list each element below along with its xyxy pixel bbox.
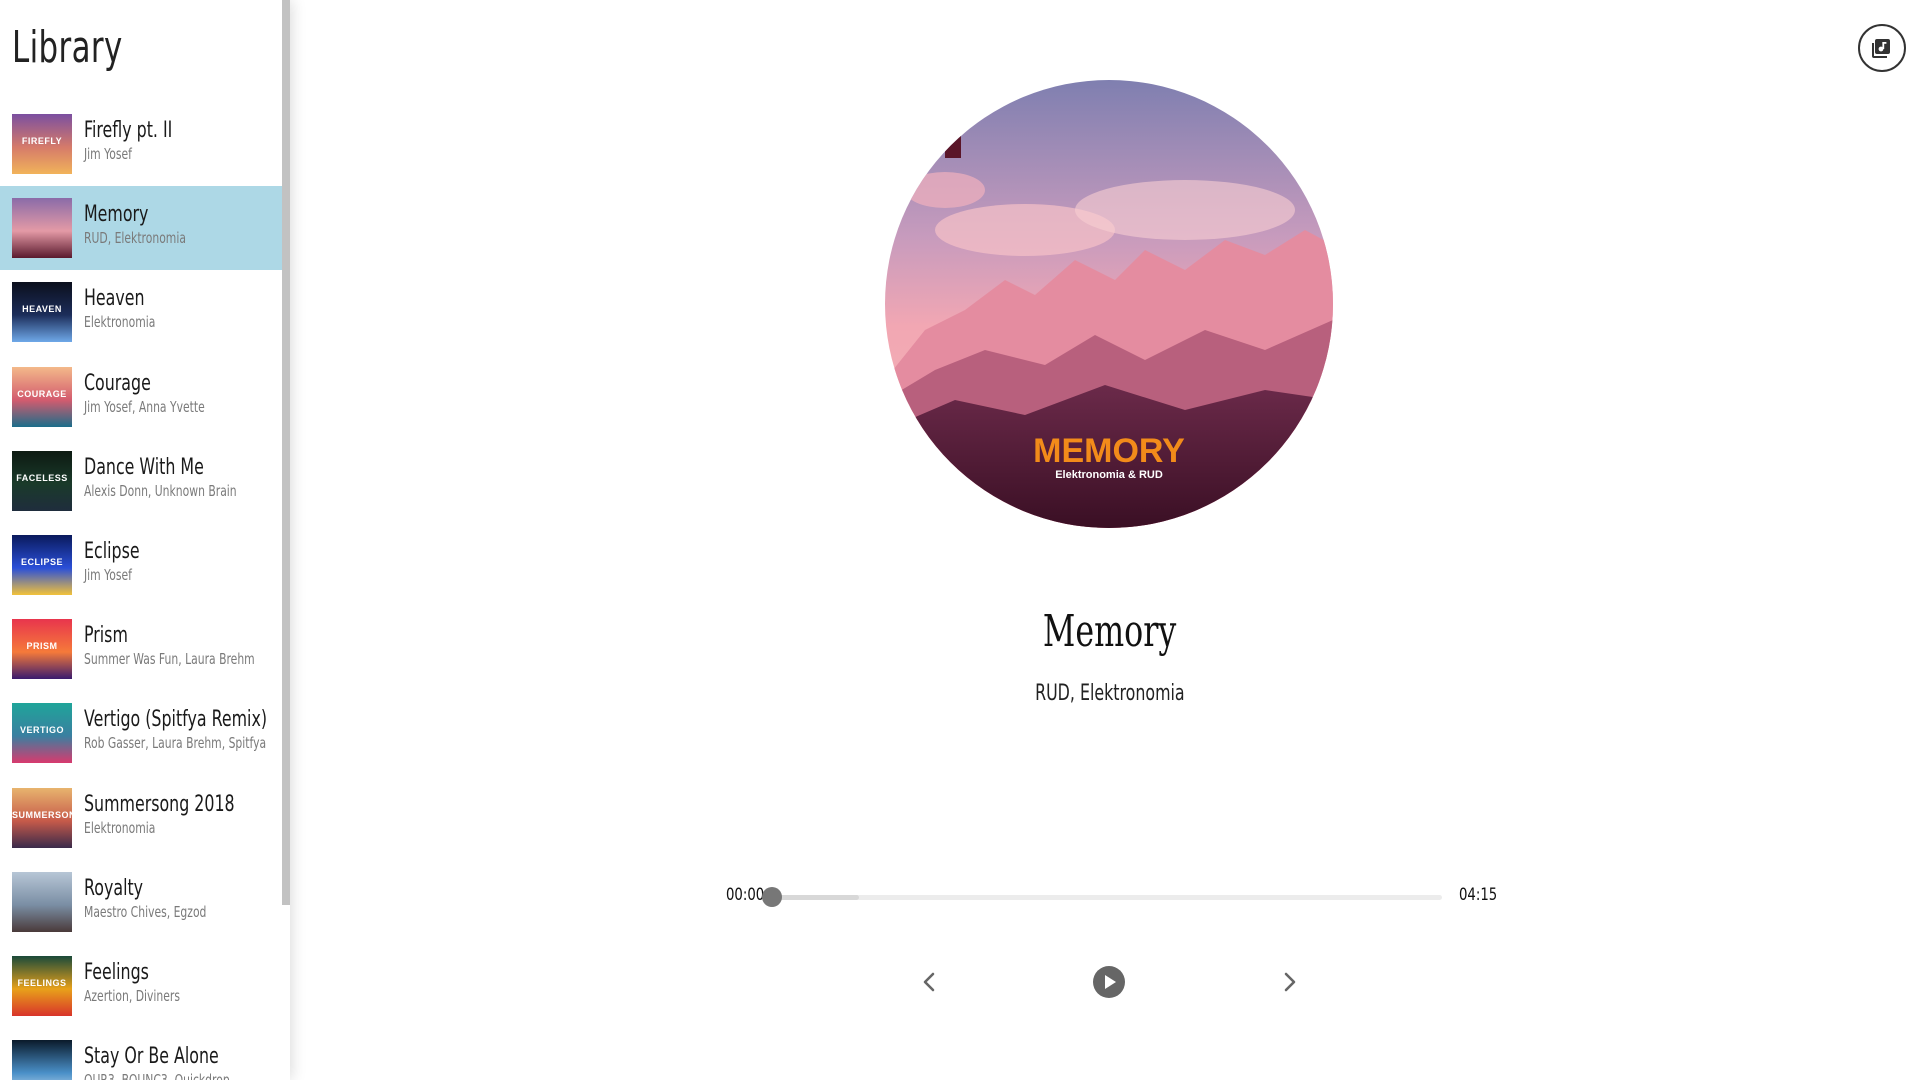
- song-cover-thumbnail: [12, 198, 72, 259]
- song-cover-text: VERTIGO: [19, 725, 64, 736]
- song-cover-text: ECLIPSE: [20, 556, 63, 567]
- song-list: FIREFLY Firefly pt. II Jim Yosef Memory RUD,…: [0, 102, 282, 1080]
- song-cover-text: SUMMERSONG: [12, 809, 72, 820]
- song-artist: Alexis Donn, Unknown Brain: [84, 481, 237, 500]
- song-artist: RUD, Elektronomia: [84, 229, 186, 248]
- song-cover-thumbnail: ECLIPSE: [12, 534, 72, 595]
- song-item[interactable]: VERTIGO Vertigo (Spitfya Remix) Rob Gasser…: [0, 691, 282, 775]
- song-cover-thumbnail: FEELINGS: [12, 955, 72, 1016]
- song-artist: Elektronomia: [84, 313, 156, 332]
- next-button[interactable]: [1269, 962, 1309, 1002]
- song-item[interactable]: FACELESS Dance With Me Alexis Donn, Unknow…: [0, 439, 282, 523]
- song-artist: Summer Was Fun, Laura Brehm: [84, 650, 255, 669]
- song-cover-text: HEAVEN: [22, 304, 62, 315]
- song-cover-thumbnail: HEAVEN: [12, 282, 72, 343]
- total-time: 04:15: [1459, 885, 1498, 905]
- play-circle-icon: [1093, 966, 1125, 998]
- song-title: Firefly pt. II: [84, 118, 173, 143]
- cover-title-text: MEMORY: [1033, 432, 1185, 470]
- song-title: Vertigo (Spitfya Remix): [84, 707, 268, 733]
- song-cover-text: FACELESS: [16, 472, 68, 483]
- song-item[interactable]: PRISM Prism Summer Was Fun, Laura Brehm: [0, 607, 282, 691]
- song-title: Stay Or Be Alone: [84, 1044, 219, 1070]
- song-title: Eclipse: [84, 538, 140, 564]
- song-artist: Azertion, Diviners: [84, 986, 180, 1005]
- song-title: Dance With Me: [84, 454, 204, 480]
- progress-thumb[interactable]: [762, 887, 782, 907]
- song-artist: Rob Gasser, Laura Brehm, Spitfya: [84, 734, 267, 753]
- song-cover-thumbnail: FACELESS: [12, 450, 72, 511]
- song-cover-thumbnail: [12, 871, 72, 932]
- song-artist: Maestro Chives, Egzod: [84, 902, 207, 921]
- music-library-icon: [1872, 39, 1890, 58]
- song-cover-text: FEELINGS: [17, 977, 67, 988]
- track-title: Memory: [1043, 606, 1177, 657]
- buffered-fill: [772, 895, 860, 900]
- song-item[interactable]: SUMMERSONG Summersong 2018Elektronomia: [0, 776, 282, 860]
- previous-button[interactable]: [910, 962, 950, 1002]
- album-cover: MEMORY Elektronomia & RUD: [885, 80, 1333, 528]
- chevron-left-icon: [923, 972, 935, 992]
- chevron-right-icon: [1284, 972, 1296, 992]
- song-item[interactable]: HEAVEN Heaven Elektronomia: [0, 270, 282, 354]
- song-cover-thumbnail: VERTIGO: [12, 703, 72, 764]
- library-sidebar: Library FIREFLY Firefly pt. II Jim Yosef Me…: [0, 0, 290, 1080]
- song-title: Summersong 2018: [84, 791, 235, 817]
- song-artist: Jim Yosef, Anna Yvette: [84, 397, 205, 416]
- song-item[interactable]: COURAGE Courage Jim Yosef, Anna Yvette: [0, 355, 282, 439]
- song-item[interactable]: Stay Or Be AloneOUR3, BOUNC3, Quickdrop: [0, 1028, 282, 1080]
- song-item[interactable]: FIREFLY Firefly pt. II Jim Yosef: [0, 102, 282, 186]
- song-item[interactable]: ECLIPSE Eclipse Jim Yosef: [0, 523, 282, 607]
- cover-subtitle-text: Elektronomia & RUD: [1055, 469, 1163, 481]
- song-cover-thumbnail: FIREFLY: [12, 114, 72, 174]
- song-artist: Elektronomia: [84, 818, 156, 837]
- song-title: Memory: [84, 202, 149, 228]
- song-cover-thumbnail: PRISM: [12, 619, 72, 680]
- song-title: Royalty: [84, 875, 144, 901]
- song-item[interactable]: FEELINGS Feelings Azertion, Diviners: [0, 944, 282, 1028]
- song-artist: Jim Yosef: [84, 145, 132, 163]
- track-artist: RUD, Elektronomia: [1035, 681, 1185, 706]
- song-title: Courage: [84, 370, 151, 396]
- song-cover-text: COURAGE: [17, 388, 67, 399]
- progress-bar[interactable]: [762, 887, 1442, 907]
- sidebar-scrollbar[interactable]: [282, 0, 290, 905]
- song-cover-text: PRISM: [26, 641, 58, 652]
- song-title: Prism: [84, 623, 128, 649]
- song-artist: Jim Yosef: [84, 565, 132, 584]
- library-toggle-button[interactable]: [1858, 24, 1906, 72]
- library-title: Library: [12, 22, 123, 73]
- song-artist: OUR3, BOUNC3, Quickdrop: [84, 1071, 230, 1080]
- song-cover-text: FIREFLY: [21, 136, 63, 146]
- song-cover-thumbnail: SUMMERSONG: [12, 787, 72, 848]
- song-cover-thumbnail: COURAGE: [12, 366, 72, 427]
- song-item[interactable]: Memory RUD, Elektronomia: [0, 186, 282, 271]
- song-cover-thumbnail: [12, 1040, 72, 1080]
- song-title: Heaven: [84, 286, 145, 312]
- song-title: Feelings: [84, 959, 149, 985]
- song-item[interactable]: Royalty Maestro Chives, Egzod: [0, 860, 282, 944]
- play-button[interactable]: [1089, 962, 1129, 1002]
